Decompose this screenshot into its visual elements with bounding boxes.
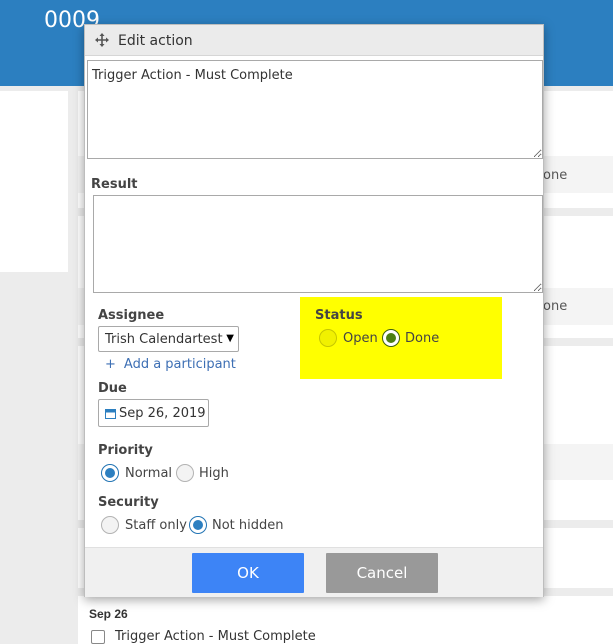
add-participant-label: Add a participant	[123, 357, 236, 372]
move-icon[interactable]	[95, 33, 109, 47]
list-item-checkbox[interactable]	[91, 630, 105, 644]
action-description-textarea[interactable]: Trigger Action - Must Complete	[87, 60, 543, 159]
priority-high-radio[interactable]	[176, 464, 194, 482]
priority-high-label[interactable]: High	[199, 466, 229, 481]
due-date-input[interactable]: Sep 26, 2019	[98, 399, 209, 427]
result-textarea[interactable]	[93, 195, 543, 293]
dialog-title: Edit action	[118, 33, 193, 49]
security-not-hidden-radio[interactable]	[189, 516, 207, 534]
priority-normal-radio[interactable]	[101, 464, 119, 482]
assignee-value: Trish Calendartest	[105, 332, 223, 347]
priority-label: Priority	[98, 443, 153, 458]
security-label: Security	[98, 495, 159, 510]
chevron-down-icon: ▼	[226, 333, 234, 344]
ok-button[interactable]: OK	[192, 553, 304, 593]
list-date-heading: Sep 26	[89, 607, 128, 621]
assignee-label: Assignee	[98, 308, 165, 323]
cancel-button[interactable]: Cancel	[326, 553, 438, 593]
plus-icon: +	[105, 357, 116, 372]
dialog-footer: OK Cancel	[85, 547, 543, 597]
security-staff-only-label[interactable]: Staff only	[125, 518, 187, 533]
status-done-label[interactable]: Done	[405, 331, 439, 346]
status-label: Status	[315, 308, 363, 323]
priority-normal-label[interactable]: Normal	[125, 466, 172, 481]
security-not-hidden-label[interactable]: Not hidden	[212, 518, 284, 533]
security-staff-only-radio[interactable]	[101, 516, 119, 534]
calendar-icon	[105, 409, 116, 419]
task-card-2-status: one	[543, 299, 568, 314]
left-panel	[0, 91, 68, 272]
dialog-header[interactable]: Edit action	[85, 25, 543, 56]
task-card-1-status: one	[543, 168, 568, 183]
status-done-radio[interactable]	[382, 329, 400, 347]
add-participant-link[interactable]: + Add a participant	[105, 357, 236, 372]
edit-action-dialog: Edit action Trigger Action - Must Comple…	[84, 24, 544, 597]
result-label: Result	[91, 177, 138, 192]
status-open-radio[interactable]	[319, 329, 337, 347]
status-open-label[interactable]: Open	[343, 331, 378, 346]
due-date-value: Sep 26, 2019	[119, 406, 206, 421]
list-item-label: Trigger Action - Must Complete	[115, 629, 316, 644]
due-label: Due	[98, 381, 127, 396]
assignee-select[interactable]: Trish Calendartest ▼	[98, 326, 239, 352]
